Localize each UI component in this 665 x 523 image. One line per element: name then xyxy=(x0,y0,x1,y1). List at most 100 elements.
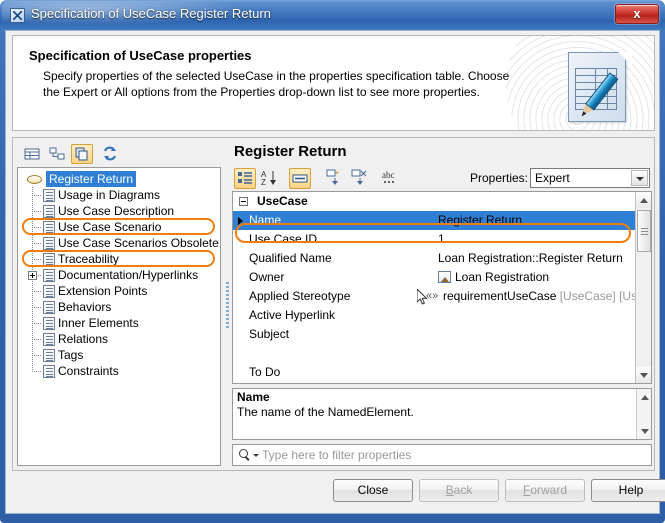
collapse-icon[interactable] xyxy=(239,197,248,206)
tree-item-relations[interactable]: Relations xyxy=(18,331,220,347)
tree-item-use-case-description[interactable]: Use Case Description xyxy=(18,203,220,219)
tree-item-usage-in-diagrams[interactable]: Usage in Diagrams xyxy=(18,187,220,203)
tree-connector xyxy=(32,235,42,251)
tree-item-traceability[interactable]: Traceability xyxy=(18,251,220,267)
page-icon xyxy=(43,333,55,346)
scroll-up-icon[interactable] xyxy=(636,192,651,208)
tree-item-label: Relations xyxy=(58,332,109,346)
tree-item-label: Traceability xyxy=(58,252,119,266)
remove-element-button[interactable] xyxy=(349,168,371,189)
property-row-name[interactable]: Name Register Return xyxy=(233,211,636,230)
description-scroll-up-icon[interactable] xyxy=(637,389,651,405)
tree-connector xyxy=(32,187,42,203)
scroll-down-icon[interactable] xyxy=(636,367,651,383)
window-title: Specification of UseCase Register Return xyxy=(31,6,271,21)
close-window-button[interactable]: x xyxy=(615,4,659,24)
chevron-down-icon[interactable] xyxy=(631,170,648,186)
tree-item-label: Use Case Scenarios Obsolete xyxy=(58,236,219,250)
page-icon xyxy=(43,269,55,282)
panel-splitter[interactable] xyxy=(224,142,231,466)
windows-view-button[interactable] xyxy=(71,144,93,164)
property-row-owner[interactable]: Owner Loan Registration xyxy=(233,268,636,287)
tree-item-label: Use Case Description xyxy=(58,204,175,218)
property-row-qualified-name[interactable]: Qualified Name Loan Registration::Registe… xyxy=(233,249,636,268)
property-row-active-hyperlink[interactable]: Active Hyperlink xyxy=(233,306,636,325)
properties-pane: Register Return A Z + abc Properties: Ex… xyxy=(232,142,652,466)
page-icon xyxy=(43,285,55,298)
filter-properties-input[interactable]: Type here to filter properties xyxy=(232,444,652,466)
tree-connector xyxy=(32,251,42,267)
forward-button: Forward xyxy=(505,479,585,502)
property-row-use-case-id[interactable]: Use Case ID 1 xyxy=(233,230,636,249)
close-button[interactable]: Close xyxy=(333,479,413,502)
search-icon xyxy=(239,449,252,462)
property-row-subject[interactable]: Subject xyxy=(233,325,636,344)
property-row-applied-stereotype[interactable]: Applied Stereotype «» requirementUseCase [… xyxy=(233,287,644,306)
tree-item-tags[interactable]: Tags xyxy=(18,347,220,363)
table-view-button[interactable] xyxy=(21,144,43,164)
tree-connector xyxy=(32,299,42,315)
property-key: Active Hyperlink xyxy=(249,308,336,322)
help-button[interactable]: Help xyxy=(591,479,665,502)
search-options-chevron-icon[interactable] xyxy=(253,454,259,457)
page-icon xyxy=(43,253,55,266)
spell-check-button[interactable]: abc xyxy=(380,168,402,189)
description-scrollbar[interactable] xyxy=(636,389,651,439)
tree-item-label: Use Case Scenario xyxy=(58,220,162,234)
stereotype-guillemets: «» xyxy=(426,290,439,302)
property-key: Owner xyxy=(249,270,285,284)
property-row-spacer-7[interactable] xyxy=(233,344,636,363)
sort-alphabetically-button[interactable]: A Z xyxy=(259,168,281,189)
page-icon xyxy=(43,301,55,314)
show-description-button[interactable] xyxy=(289,168,311,189)
tree-item-inner-elements[interactable]: Inner Elements xyxy=(18,315,220,331)
back-button: Back xyxy=(419,479,499,502)
svg-text:+: + xyxy=(335,170,339,177)
property-row-to-do[interactable]: To Do xyxy=(233,363,636,382)
property-value: Loan Registration::Register Return xyxy=(438,251,623,265)
tree-item-label: Tags xyxy=(58,348,84,362)
properties-table[interactable]: UseCase Name Register Return Use Case ID 1 Qu… xyxy=(232,191,652,384)
tree-item-register-return[interactable]: Register Return xyxy=(18,171,220,187)
property-description-text: The name of the NamedElement. xyxy=(237,405,414,419)
scrollbar-thumb[interactable] xyxy=(637,210,651,252)
tree-item-use-case-scenario[interactable]: Use Case Scenario xyxy=(18,219,220,235)
filter-placeholder-text: Type here to filter properties xyxy=(262,448,412,462)
tree-item-documentation-hyperlinks[interactable]: Documentation/Hyperlinks xyxy=(18,267,220,283)
document-fold-shape xyxy=(618,52,632,66)
property-value: requirementUseCase [UseCase] [Use xyxy=(443,289,644,303)
hierarchy-view-button[interactable] xyxy=(46,144,68,164)
description-scroll-down-icon[interactable] xyxy=(637,423,651,439)
properties-toolbar: A Z + abc Properties: Expert xyxy=(232,167,652,191)
page-icon xyxy=(43,317,55,330)
tree-root-label: Register Return xyxy=(46,171,137,187)
page-icon xyxy=(43,349,55,362)
close-icon: x xyxy=(633,6,641,21)
create-element-button[interactable]: + xyxy=(324,168,346,189)
header-title: Specification of UseCase properties xyxy=(29,48,252,63)
tree-view[interactable]: Register Return Usage in Diagrams Use Cas… xyxy=(17,167,221,466)
application-icon xyxy=(10,8,25,23)
tree-item-constraints[interactable]: Constraints xyxy=(18,363,220,379)
properties-filter-select[interactable]: Expert xyxy=(530,168,650,188)
property-value: 1 xyxy=(438,232,445,246)
svg-text:abc: abc xyxy=(382,170,395,180)
property-group-header[interactable]: UseCase xyxy=(233,192,636,211)
row-selection-arrow-icon xyxy=(238,217,243,225)
refresh-button[interactable] xyxy=(99,144,121,164)
categorized-button[interactable] xyxy=(234,168,256,189)
expand-icon[interactable] xyxy=(28,271,37,280)
tree-item-extension-points[interactable]: Extension Points xyxy=(18,283,220,299)
document-with-pencil-icon xyxy=(568,52,632,124)
property-key: To Do xyxy=(249,365,281,379)
tree-pane: Register Return Usage in Diagrams Use Cas… xyxy=(17,142,221,466)
tree-item-behaviors[interactable]: Behaviors xyxy=(18,299,220,315)
dialog-button-bar: Close Back Forward Help xyxy=(6,471,665,513)
tree-item-use-case-scenarios-obsolete[interactable]: Use Case Scenarios Obsolete xyxy=(18,235,220,251)
properties-table-scrollbar[interactable] xyxy=(635,192,651,383)
button-label: orward xyxy=(530,483,568,497)
property-key: Qualified Name xyxy=(249,251,332,265)
tree-connector xyxy=(32,347,42,363)
property-key: Applied Stereotype xyxy=(249,289,351,303)
property-description-pane: Name The name of the NamedElement. xyxy=(232,388,652,440)
